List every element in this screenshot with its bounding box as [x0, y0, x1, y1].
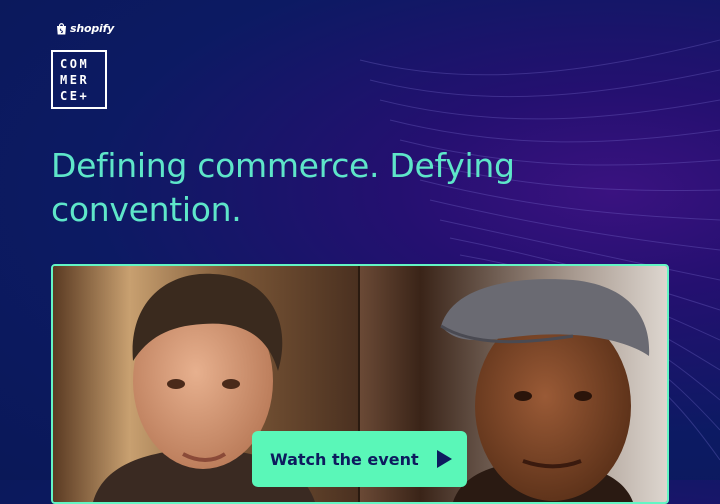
shopify-brand[interactable]: shopify: [56, 22, 114, 35]
logo-line: COM: [60, 56, 90, 71]
watch-event-button[interactable]: Watch the event: [252, 431, 467, 487]
commerce-plus-logo: COM MER CE+: [51, 50, 107, 109]
play-icon: [436, 450, 452, 468]
hero-headline: Defining commerce. Defying convention.: [51, 146, 515, 229]
watch-event-label: Watch the event: [270, 449, 419, 469]
logo-line: MER: [60, 72, 90, 87]
brand-name: shopify: [70, 22, 115, 35]
logo-line: CE+: [60, 88, 90, 103]
shopify-bag-icon: [57, 23, 66, 35]
